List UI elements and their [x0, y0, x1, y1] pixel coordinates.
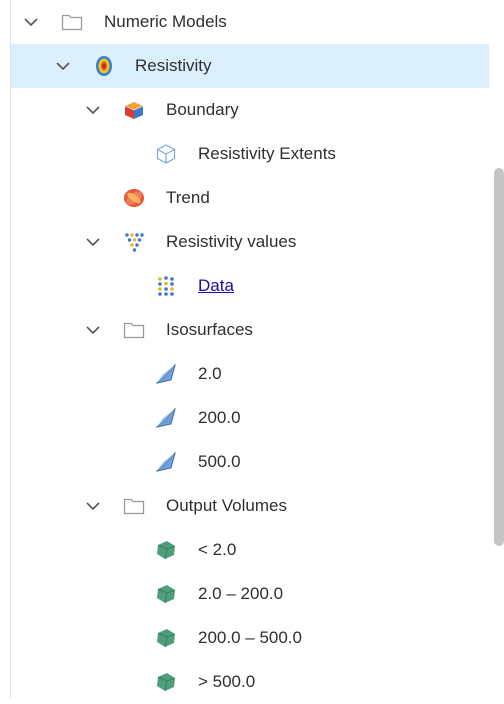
tree-item-isosurface[interactable]: 500.0 [11, 440, 489, 484]
chevron-down-icon[interactable] [84, 233, 102, 251]
tree-item-volume[interactable]: 2.0 – 200.0 [11, 572, 489, 616]
extents-box-icon [154, 142, 178, 166]
folder-icon [122, 318, 146, 342]
chevron-down-icon[interactable] [22, 13, 40, 31]
volume-icon [154, 538, 178, 562]
project-tree: Numeric Models Resistivity Boundary Resi… [11, 0, 489, 704]
tree-item-label: Resistivity Extents [198, 144, 336, 163]
volume-icon [154, 626, 178, 650]
tree-item-volume[interactable]: < 2.0 [11, 528, 489, 572]
resistivity-model-icon [92, 54, 116, 78]
tree-item-label: Numeric Models [104, 12, 227, 31]
tree-item-label: 2.0 – 200.0 [198, 584, 284, 603]
tree-item-resistivity[interactable]: Resistivity [11, 44, 489, 88]
tree-item-label: Resistivity values [166, 232, 297, 251]
tree-item-numeric-models[interactable]: Numeric Models [11, 0, 489, 44]
tree-item-label: 200.0 – 500.0 [198, 628, 302, 647]
tree-item-label: Boundary [166, 100, 239, 119]
tree-item-boundary[interactable]: Boundary [11, 88, 489, 132]
values-points-icon [122, 230, 146, 254]
tree-item-data[interactable]: Data [11, 264, 489, 308]
tree-item-label: Isosurfaces [166, 320, 253, 339]
tree-item-label: 200.0 [198, 408, 241, 427]
tree-item-label: Output Volumes [166, 496, 287, 515]
folder-icon [60, 10, 84, 34]
chevron-down-icon[interactable] [84, 321, 102, 339]
tree-item-resistivity-extents[interactable]: Resistivity Extents [11, 132, 489, 176]
tree-item-link-label[interactable]: Data [198, 264, 234, 308]
boundary-icon [122, 98, 146, 122]
tree-item-label: < 2.0 [198, 540, 237, 559]
trend-icon [122, 186, 146, 210]
tree-item-trend[interactable]: Trend [11, 176, 489, 220]
tree-item-resistivity-values[interactable]: Resistivity values [11, 220, 489, 264]
tree-item-label: 2.0 [198, 364, 222, 383]
tree-item-isosurfaces[interactable]: Isosurfaces [11, 308, 489, 352]
tree-item-label: Resistivity [135, 56, 212, 75]
isosurface-icon [154, 406, 178, 430]
tree-item-label: Trend [166, 188, 210, 207]
tree-item-volume[interactable]: > 500.0 [11, 660, 489, 704]
tree-item-volume[interactable]: 200.0 – 500.0 [11, 616, 489, 660]
tree-item-output-volumes[interactable]: Output Volumes [11, 484, 489, 528]
chevron-down-icon[interactable] [54, 57, 72, 75]
tree-item-label: 500.0 [198, 452, 241, 471]
tree-item-label: > 500.0 [198, 672, 256, 691]
data-points-icon [154, 274, 178, 298]
chevron-down-icon[interactable] [84, 101, 102, 119]
vertical-scrollbar-thumb[interactable] [494, 168, 504, 546]
folder-icon [122, 494, 146, 518]
isosurface-icon [154, 450, 178, 474]
tree-item-isosurface[interactable]: 2.0 [11, 352, 489, 396]
volume-icon [154, 670, 178, 694]
chevron-down-icon[interactable] [84, 497, 102, 515]
tree-item-isosurface[interactable]: 200.0 [11, 396, 489, 440]
isosurface-icon [154, 362, 178, 386]
volume-icon [154, 582, 178, 606]
